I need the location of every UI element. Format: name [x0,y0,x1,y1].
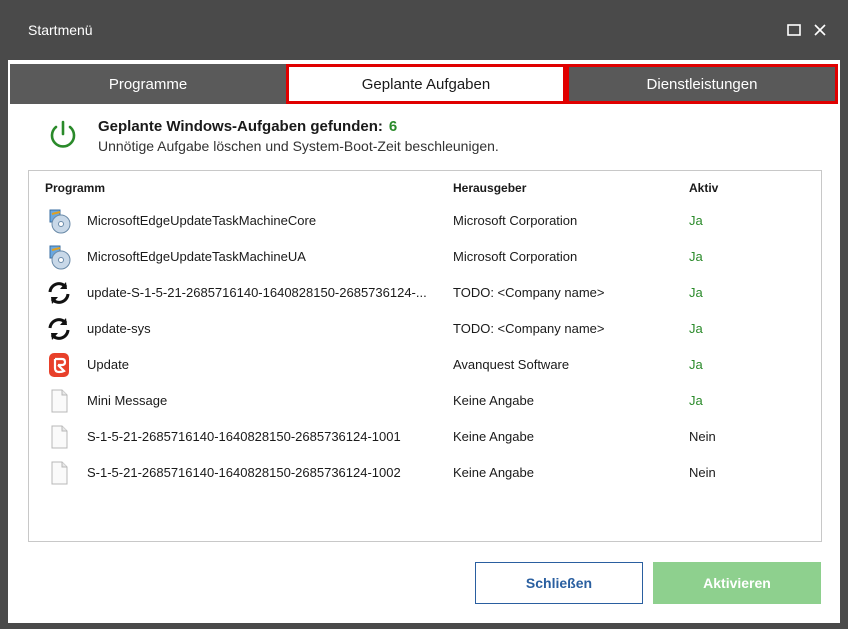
task-active: Nein [689,465,716,480]
power-icon [50,120,76,148]
maximize-button[interactable] [784,20,804,40]
table-row[interactable]: S-1-5-21-2685716140-1640828150-268573612… [29,455,821,491]
tab-dienstleistungen[interactable]: Dienstleistungen [566,64,838,104]
task-publisher: Keine Angabe [453,429,534,444]
task-name: update-sys [87,321,151,336]
dialog-panel: Programme Geplante Aufgaben Dienstleistu… [8,60,840,623]
task-publisher: Keine Angabe [453,465,534,480]
tab-programme[interactable]: Programme [10,64,286,104]
task-publisher: Avanquest Software [453,357,570,372]
task-publisher: TODO: <Company name> [453,285,605,300]
task-name: Update [87,357,129,372]
close-icon [814,24,826,36]
table-row[interactable]: update-S-1-5-21-2685716140-1640828150-26… [29,275,821,311]
window-title: Startmenü [28,22,93,38]
task-publisher: Microsoft Corporation [453,213,578,228]
close-button[interactable] [810,20,830,40]
task-active: Nein [689,429,716,444]
table-row[interactable]: MicrosoftEdgeUpdateTaskMachineUA Microso… [29,239,821,275]
maximize-icon [787,24,801,36]
table-row[interactable]: update-sys TODO: <Company name> Ja [29,311,821,347]
task-publisher: Microsoft Corporation [453,249,578,264]
task-name: Mini Message [87,393,168,408]
sync-arrows-icon [45,279,73,307]
summary-subtitle: Unnötige Aufgabe löschen und System-Boot… [98,138,499,154]
task-count: 6 [388,118,398,135]
task-active: Ja [689,285,703,300]
sync-arrows-icon [45,315,73,343]
task-active: Ja [689,213,703,228]
task-publisher: TODO: <Company name> [453,321,605,336]
avanquest-logo-icon [45,351,73,379]
installer-disc-icon [45,243,73,271]
column-header-programm: Programm [45,181,106,195]
installer-disc-icon [45,207,73,235]
task-name: MicrosoftEdgeUpdateTaskMachineUA [87,249,306,264]
table-row[interactable]: S-1-5-21-2685716140-1640828150-268573612… [29,419,821,455]
table-row[interactable]: MicrosoftEdgeUpdateTaskMachineCore Micro… [29,203,821,239]
task-name: S-1-5-21-2685716140-1640828150-268573612… [87,429,401,444]
column-header-herausgeber: Herausgeber [453,181,527,195]
close-dialog-button[interactable]: Schließen [475,562,643,604]
task-active: Ja [689,321,703,336]
task-active: Ja [689,357,703,372]
tab-bar: Programme Geplante Aufgaben Dienstleistu… [10,64,838,104]
table-row[interactable]: Mini Message Keine Angabe Ja [29,383,821,419]
dialog-window: Programme Geplante Aufgaben Dienstleistu… [0,60,848,629]
summary-title: Geplante Windows-Aufgaben gefunden: 6 [98,118,397,135]
task-active: Ja [689,393,703,408]
blank-file-icon [45,387,73,415]
task-name: update-S-1-5-21-2685716140-1640828150-26… [87,285,427,300]
column-header-aktiv: Aktiv [689,181,719,195]
title-bar: Startmenü [0,0,848,60]
tab-geplante-aufgaben[interactable]: Geplante Aufgaben [286,64,566,104]
task-name: S-1-5-21-2685716140-1640828150-268573612… [87,465,401,480]
activate-button[interactable]: Aktivieren [653,562,821,604]
summary-title-text: Geplante Windows-Aufgaben gefunden: [98,118,383,135]
table-row[interactable]: Update Avanquest Software Ja [29,347,821,383]
blank-file-icon [45,459,73,487]
task-active: Ja [689,249,703,264]
tasks-table: Programm Herausgeber Aktiv MicrosoftEdge… [28,170,822,542]
blank-file-icon [45,423,73,451]
task-publisher: Keine Angabe [453,393,534,408]
task-name: MicrosoftEdgeUpdateTaskMachineCore [87,213,317,228]
